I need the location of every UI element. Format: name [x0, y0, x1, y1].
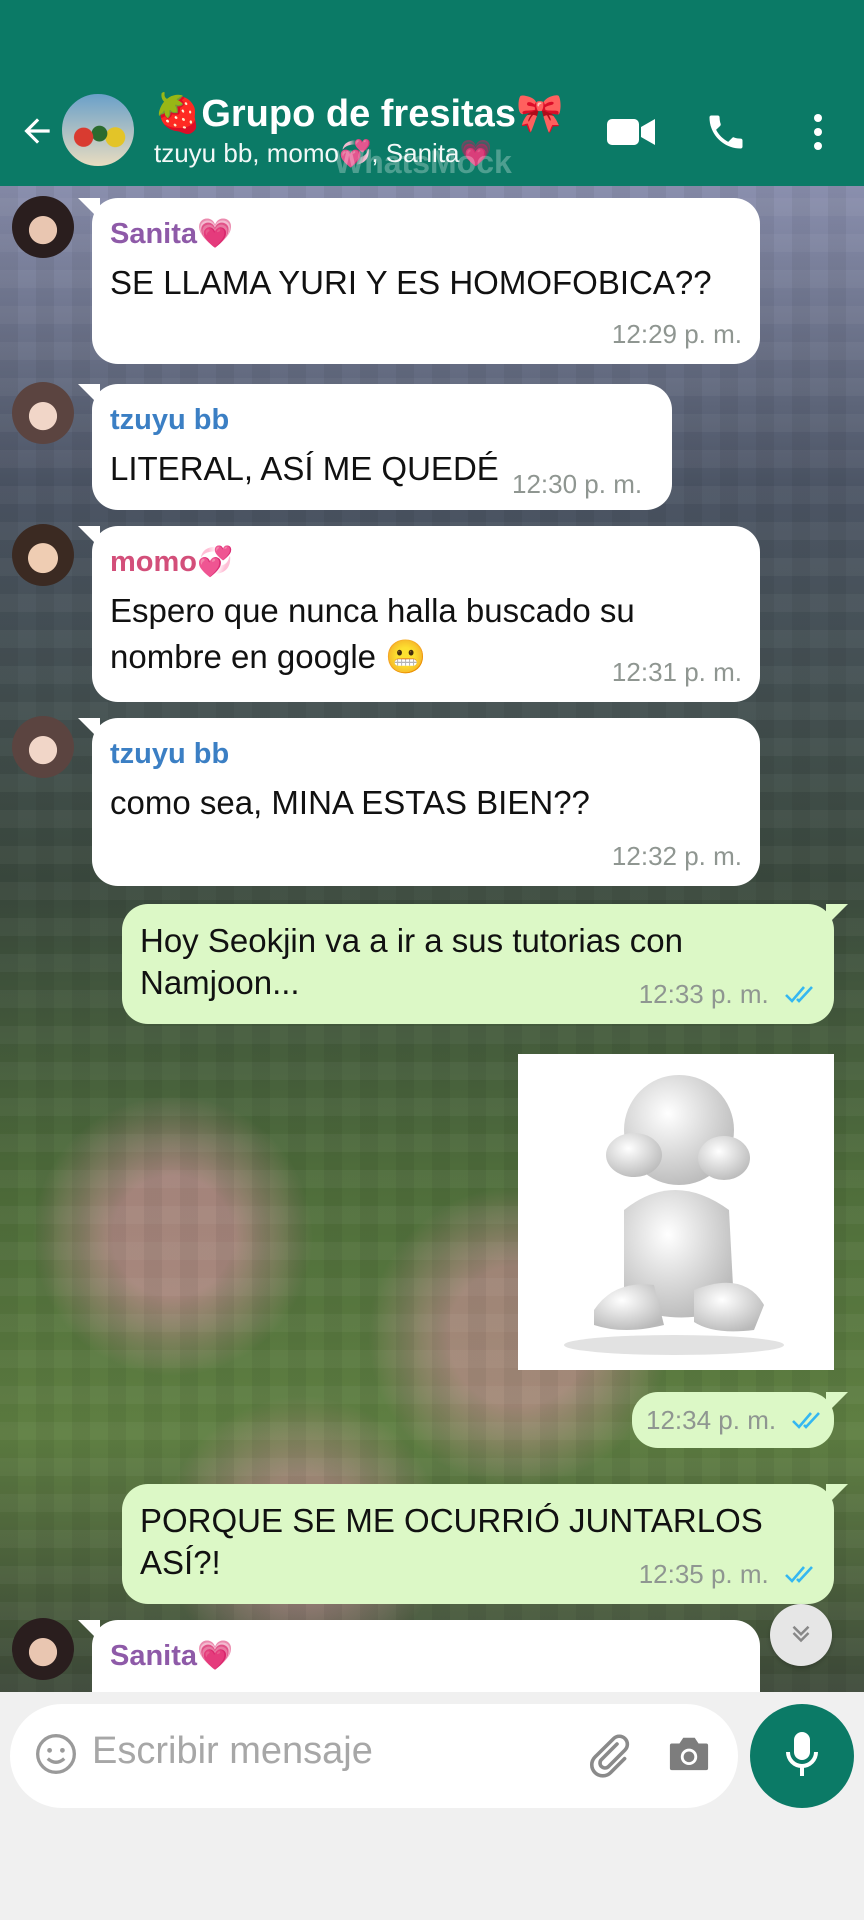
- message-time: 12:35 p. m.: [638, 1559, 769, 1589]
- avatar-momo[interactable]: [12, 524, 74, 586]
- avatar-tzuyu[interactable]: [12, 716, 74, 778]
- image-time-bubble: 12:34 p. m.: [632, 1392, 848, 1448]
- message-text-line: PORQUE SE ME OCURRIÓ JUNTARLOS: [140, 1502, 763, 1539]
- message-text: SE LLAMA YURI Y ES HOMOFOBICA??: [110, 264, 712, 301]
- message-text-line: nombre en google 😬: [110, 638, 427, 675]
- message-sender: tzuyu bb: [110, 738, 230, 770]
- message-bubble-outgoing[interactable]: Hoy Seokjin va a ir a sus tutorias con N…: [122, 904, 848, 1024]
- group-avatar[interactable]: [60, 92, 136, 168]
- message-time: 12:33 p. m.: [638, 979, 769, 1009]
- navigation-area: [0, 1818, 864, 1920]
- avatar-sanita[interactable]: [12, 196, 74, 258]
- avatar-tzuyu[interactable]: [12, 382, 74, 444]
- emoji-icon[interactable]: [34, 1732, 78, 1781]
- message-text-line: Espero que nunca halla buscado su: [110, 592, 635, 629]
- double-check-icon: [791, 1405, 825, 1438]
- status-bar: [0, 0, 864, 86]
- scroll-to-bottom-button[interactable]: [770, 1604, 832, 1666]
- sad-figure-image: [564, 1075, 784, 1355]
- video-call-icon[interactable]: [604, 104, 660, 160]
- message-bubble[interactable]: Sanita💗 SE LLAMA YURI Y ES HOMOFOBICA?? …: [78, 198, 760, 364]
- message-bubble[interactable]: tzuyu bb LITERAL, ASÍ ME QUEDÉ 12:30 p. …: [78, 384, 672, 510]
- message-sender: Sanita💗: [110, 1640, 234, 1672]
- image-message[interactable]: [518, 1054, 834, 1370]
- message-time: 12:31 p. m.: [611, 657, 742, 687]
- message-text-line: Namjoon...: [140, 964, 300, 1001]
- message-sender: tzuyu bb: [110, 404, 230, 436]
- chat-header: 🍓Grupo de fresitas🎀 tzuyu bb, momo💞, San…: [0, 86, 864, 186]
- message-time: 12:32 p. m.: [611, 841, 742, 871]
- message-bubble[interactable]: tzuyu bb como sea, MINA ESTAS BIEN?? 12:…: [78, 718, 760, 886]
- message-time-row: 12:35 p. m.: [639, 1558, 818, 1593]
- message-text: como sea, MINA ESTAS BIEN??: [110, 784, 590, 821]
- chevron-down-icon: [786, 1618, 816, 1653]
- message-time: 12:29 p. m.: [611, 319, 742, 349]
- double-check-icon: [784, 1559, 818, 1592]
- chat-participants[interactable]: tzuyu bb, momo💞, Sanita💗: [154, 138, 492, 169]
- microphone-icon: [782, 1730, 822, 1783]
- more-options-icon[interactable]: [790, 104, 846, 160]
- message-text-line: Hoy Seokjin va a ir a sus tutorias con: [140, 922, 683, 959]
- message-sender: momo💞: [110, 546, 234, 578]
- message-time: 12:34 p. m.: [646, 1405, 777, 1435]
- avatar-sanita[interactable]: [12, 1618, 74, 1680]
- message-text-line: ASÍ?!: [140, 1544, 221, 1581]
- message-bubble[interactable]: momo💞 Espero que nunca halla buscado su …: [78, 526, 760, 702]
- message-sender: Sanita💗: [110, 218, 234, 250]
- phone-icon[interactable]: [698, 104, 754, 160]
- double-check-icon: [784, 979, 818, 1012]
- camera-icon[interactable]: [666, 1732, 712, 1779]
- message-time-row: 12:33 p. m.: [639, 978, 818, 1013]
- message-time-row: 12:34 p. m.: [646, 1404, 825, 1439]
- chat-area[interactable]: Sanita💗 SE LLAMA YURI Y ES HOMOFOBICA?? …: [0, 186, 864, 1692]
- message-time: 12:30 p. m.: [512, 469, 643, 499]
- message-text: LITERAL, ASÍ ME QUEDÉ: [110, 450, 499, 487]
- chat-title[interactable]: 🍓Grupo de fresitas🎀: [154, 92, 563, 136]
- microphone-button[interactable]: [750, 1704, 854, 1808]
- paperclip-icon[interactable]: [584, 1730, 632, 1785]
- message-bubble-outgoing[interactable]: PORQUE SE ME OCURRIÓ JUNTARLOS ASÍ?! 12:…: [122, 1484, 848, 1604]
- back-arrow-icon[interactable]: [14, 108, 60, 154]
- message-input[interactable]: [92, 1730, 562, 1773]
- message-composer: [10, 1704, 738, 1808]
- message-bubble[interactable]: Sanita💗: [78, 1620, 760, 1692]
